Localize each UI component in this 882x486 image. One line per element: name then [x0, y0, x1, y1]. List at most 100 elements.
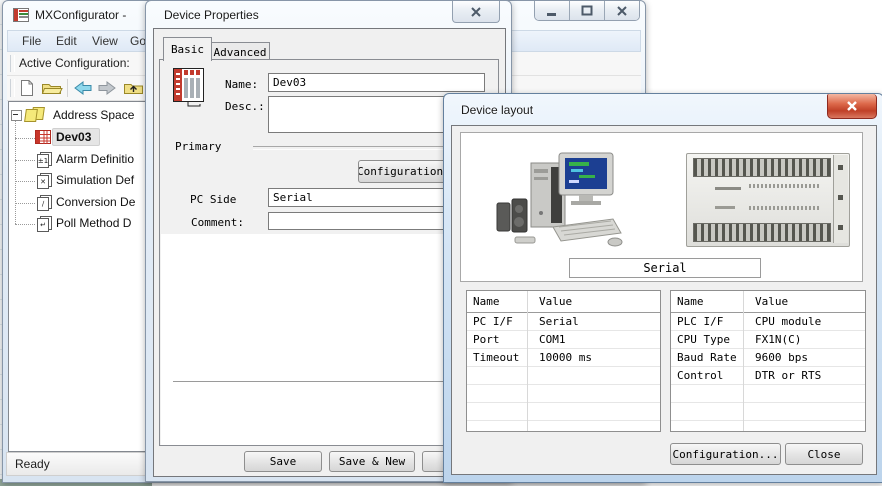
plc-terminal-strip-bottom	[693, 223, 831, 242]
tree-item-alarm-definitions[interactable]: Alarm Definitio	[56, 152, 134, 166]
device-layout-body: Serial Name Value PC I/F Serial Port COM…	[451, 125, 877, 475]
device-icon	[35, 130, 51, 144]
tree-item-simulation-definitions[interactable]: Simulation Def	[56, 173, 134, 187]
maximize-button[interactable]	[569, 1, 604, 20]
tree-item-address-space[interactable]: Address Space	[53, 108, 134, 122]
window-controls	[534, 1, 640, 21]
dialog-close-button[interactable]	[452, 1, 500, 23]
page-glyph: ±1	[37, 154, 49, 168]
toolbar-separator	[67, 79, 68, 97]
page-glyph: ↵	[37, 218, 49, 232]
table-row-empty	[671, 421, 865, 432]
save-and-new-button[interactable]: Save & New	[329, 451, 415, 472]
cell-value: 9600 bps	[749, 351, 808, 364]
cell-name: Port	[467, 333, 533, 346]
app-icon	[13, 7, 29, 23]
connection-type-box: Serial	[569, 258, 761, 278]
tree-guide	[15, 118, 16, 224]
column-divider	[527, 291, 528, 431]
minimize-button[interactable]	[535, 1, 569, 20]
status-text: Ready	[15, 457, 50, 471]
tree-guide	[15, 203, 35, 204]
cell-name: PC I/F	[467, 315, 533, 328]
minus-icon	[13, 114, 18, 115]
back-icon[interactable]	[73, 80, 93, 96]
dialog-close-button[interactable]	[827, 94, 877, 119]
conversion-definitions-icon: ∕	[36, 195, 53, 211]
up-folder-icon[interactable]	[123, 80, 145, 96]
comment-label: Comment:	[191, 216, 244, 229]
tab-basic[interactable]: Basic	[163, 37, 212, 61]
table-row-empty	[671, 385, 865, 403]
pc-image	[491, 147, 623, 249]
close-icon	[469, 6, 483, 18]
page-glyph: ∕	[37, 197, 49, 211]
table-row[interactable]: PC I/F Serial	[467, 313, 660, 331]
cell-value: DTR or RTS	[749, 369, 821, 382]
tree-item-poll-method-definitions[interactable]: Poll Method D	[56, 216, 131, 230]
toolbar-gripper	[10, 55, 15, 72]
comment-input[interactable]	[268, 212, 460, 230]
layout-image-panel: Serial	[460, 132, 863, 282]
configuration-button[interactable]: Configuration...	[670, 443, 781, 465]
desc-label: Desc.:	[225, 100, 265, 113]
new-document-icon[interactable]	[19, 79, 35, 97]
table-row[interactable]: PLC I/F CPU module	[671, 313, 865, 331]
table-row-empty	[467, 367, 660, 385]
plc-led-row	[749, 206, 819, 210]
plc-settings-table: Name Value PLC I/F CPU module CPU Type F…	[670, 290, 866, 432]
table-header-row: Name Value	[467, 291, 660, 313]
menu-file[interactable]: File	[22, 34, 41, 48]
tree-item-dev03[interactable]: Dev03	[56, 130, 91, 144]
forward-icon[interactable]	[97, 80, 117, 96]
table-row[interactable]: Control DTR or RTS	[671, 367, 865, 385]
close-icon	[614, 4, 630, 18]
device-layout-dialog: Device layout	[443, 93, 882, 483]
cell-name: Control	[671, 369, 749, 382]
table-row-empty	[671, 403, 865, 421]
cell-name: CPU Type	[671, 333, 749, 346]
header-name: Name	[671, 295, 749, 308]
alarm-definitions-icon: ±1	[36, 152, 53, 168]
header-value: Value	[533, 295, 572, 308]
open-folder-icon[interactable]	[41, 80, 63, 96]
maximize-icon	[579, 4, 595, 18]
plc-image	[686, 153, 850, 247]
plc-module-icon	[172, 66, 208, 110]
table-row[interactable]: Baud Rate 9600 bps	[671, 349, 865, 367]
table-row-empty	[467, 421, 660, 432]
primary-group-label: Primary	[175, 140, 221, 153]
tree-item-conversion-definitions[interactable]: Conversion De	[56, 195, 135, 209]
cell-value: COM1	[533, 333, 566, 346]
tree-guide	[15, 160, 35, 161]
plc-led-row	[749, 184, 819, 188]
cell-value: CPU module	[749, 315, 821, 328]
close-button[interactable]	[604, 1, 639, 20]
menu-view[interactable]: View	[92, 34, 118, 48]
table-row-empty	[467, 403, 660, 421]
pc-side-input[interactable]	[268, 188, 460, 207]
header-name: Name	[467, 295, 533, 308]
close-button[interactable]: Close	[785, 443, 863, 465]
cell-name: Timeout	[467, 351, 533, 364]
table-row[interactable]: Port COM1	[467, 331, 660, 349]
pc-settings-table: Name Value PC I/F Serial Port COM1 Timeo…	[466, 290, 661, 432]
save-button[interactable]: Save	[244, 451, 322, 472]
address-space-icon	[25, 107, 45, 122]
table-header-row: Name Value	[671, 291, 865, 313]
menu-edit[interactable]: Edit	[56, 34, 77, 48]
tree-guide	[15, 224, 35, 225]
tree-guide	[15, 181, 35, 182]
main-window-title: MXConfigurator -	[35, 8, 126, 22]
minimize-icon	[544, 4, 560, 18]
device-layout-title: Device layout	[461, 103, 533, 117]
toolbar-gripper	[10, 79, 15, 97]
name-input[interactable]	[268, 73, 485, 92]
desktop: MXConfigurator - File Edit View Go Activ…	[0, 0, 882, 486]
table-row[interactable]: Timeout 10000 ms	[467, 349, 660, 367]
note-shape	[24, 109, 38, 122]
menu-go[interactable]: Go	[130, 34, 146, 48]
table-row[interactable]: CPU Type FX1N(C)	[671, 331, 865, 349]
cell-value: FX1N(C)	[749, 333, 801, 346]
tree-expander[interactable]	[11, 110, 22, 121]
